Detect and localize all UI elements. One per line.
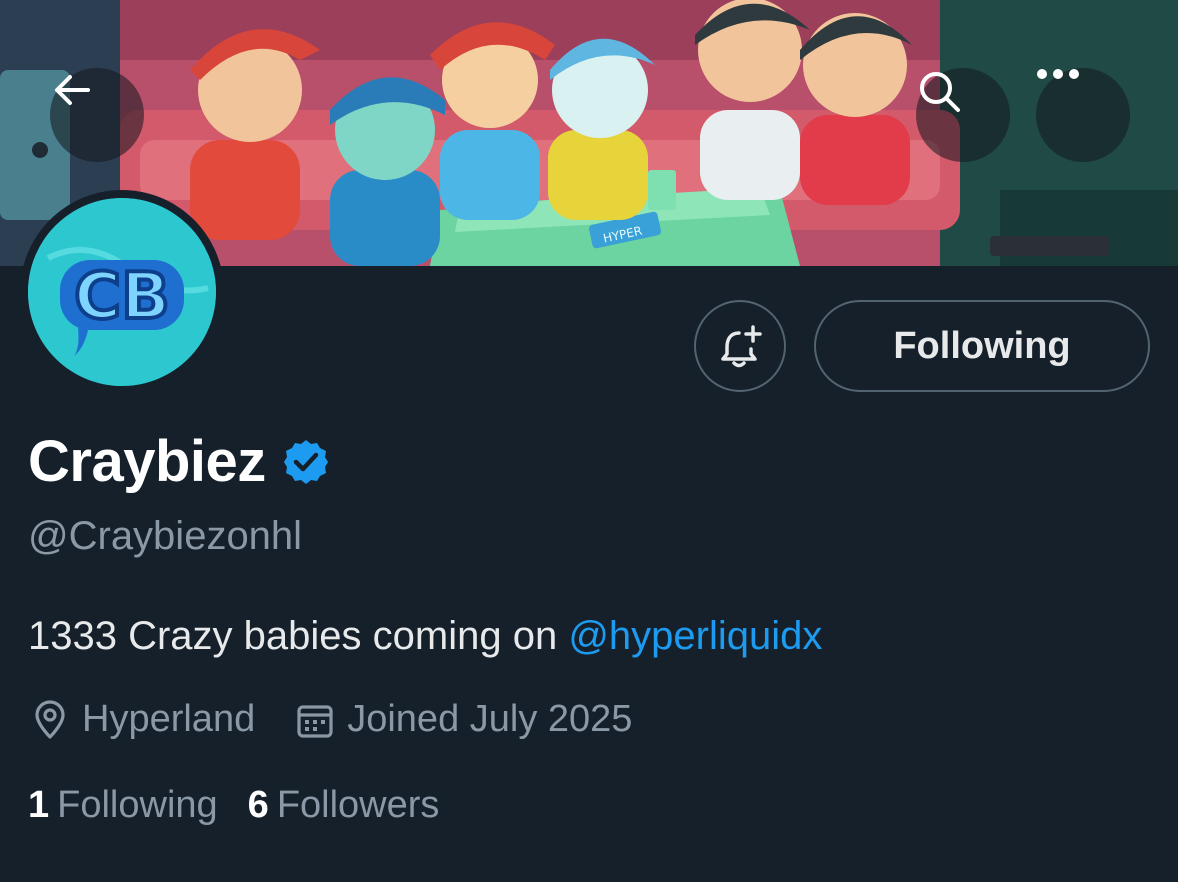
display-name: Craybiez (28, 429, 266, 494)
following-stat-link[interactable]: 1 Following (28, 784, 218, 827)
followers-label: Followers (276, 784, 440, 826)
calendar-icon (297, 704, 333, 738)
profile-meta: Hyperland Joined July 2025 (30, 698, 632, 741)
following-label: Following (57, 784, 218, 826)
avatar[interactable]: CB (28, 198, 216, 386)
notification-subscribe-button[interactable] (694, 300, 786, 392)
more-horizontal-icon (1037, 69, 1079, 79)
location-pin-icon (35, 699, 65, 739)
avatar-logo: CB (28, 198, 216, 386)
verified-badge-icon[interactable] (282, 438, 330, 486)
joined-text: Joined July 2025 (347, 698, 633, 740)
location-item: Hyperland (30, 698, 255, 741)
profile-bio: 1333 Crazy babies coming on @hyperliquid… (28, 614, 822, 659)
followers-stat-link[interactable]: 6 Followers (248, 784, 440, 827)
bio-mention-link[interactable]: @hyperliquidx (568, 614, 822, 658)
search-icon (920, 72, 960, 112)
profile-name-row: Craybiez (28, 428, 330, 495)
joined-item: Joined July 2025 (295, 698, 632, 741)
following-count: 1 (28, 784, 50, 826)
location-text: Hyperland (82, 698, 256, 740)
bell-plus-icon (721, 325, 762, 368)
more-options-button[interactable] (1036, 68, 1130, 162)
profile-handle: @Craybiezonhl (28, 514, 303, 558)
profile-stats: 1 Following 6 Followers (28, 784, 439, 827)
followers-count: 6 (247, 784, 269, 826)
search-button[interactable] (916, 68, 1010, 162)
avatar-logo-text: CB (74, 260, 170, 334)
arrow-left-icon (55, 75, 90, 105)
bio-text: 1333 Crazy babies coming on (28, 614, 569, 658)
back-button[interactable] (50, 68, 144, 162)
following-button[interactable]: Following (814, 300, 1150, 392)
